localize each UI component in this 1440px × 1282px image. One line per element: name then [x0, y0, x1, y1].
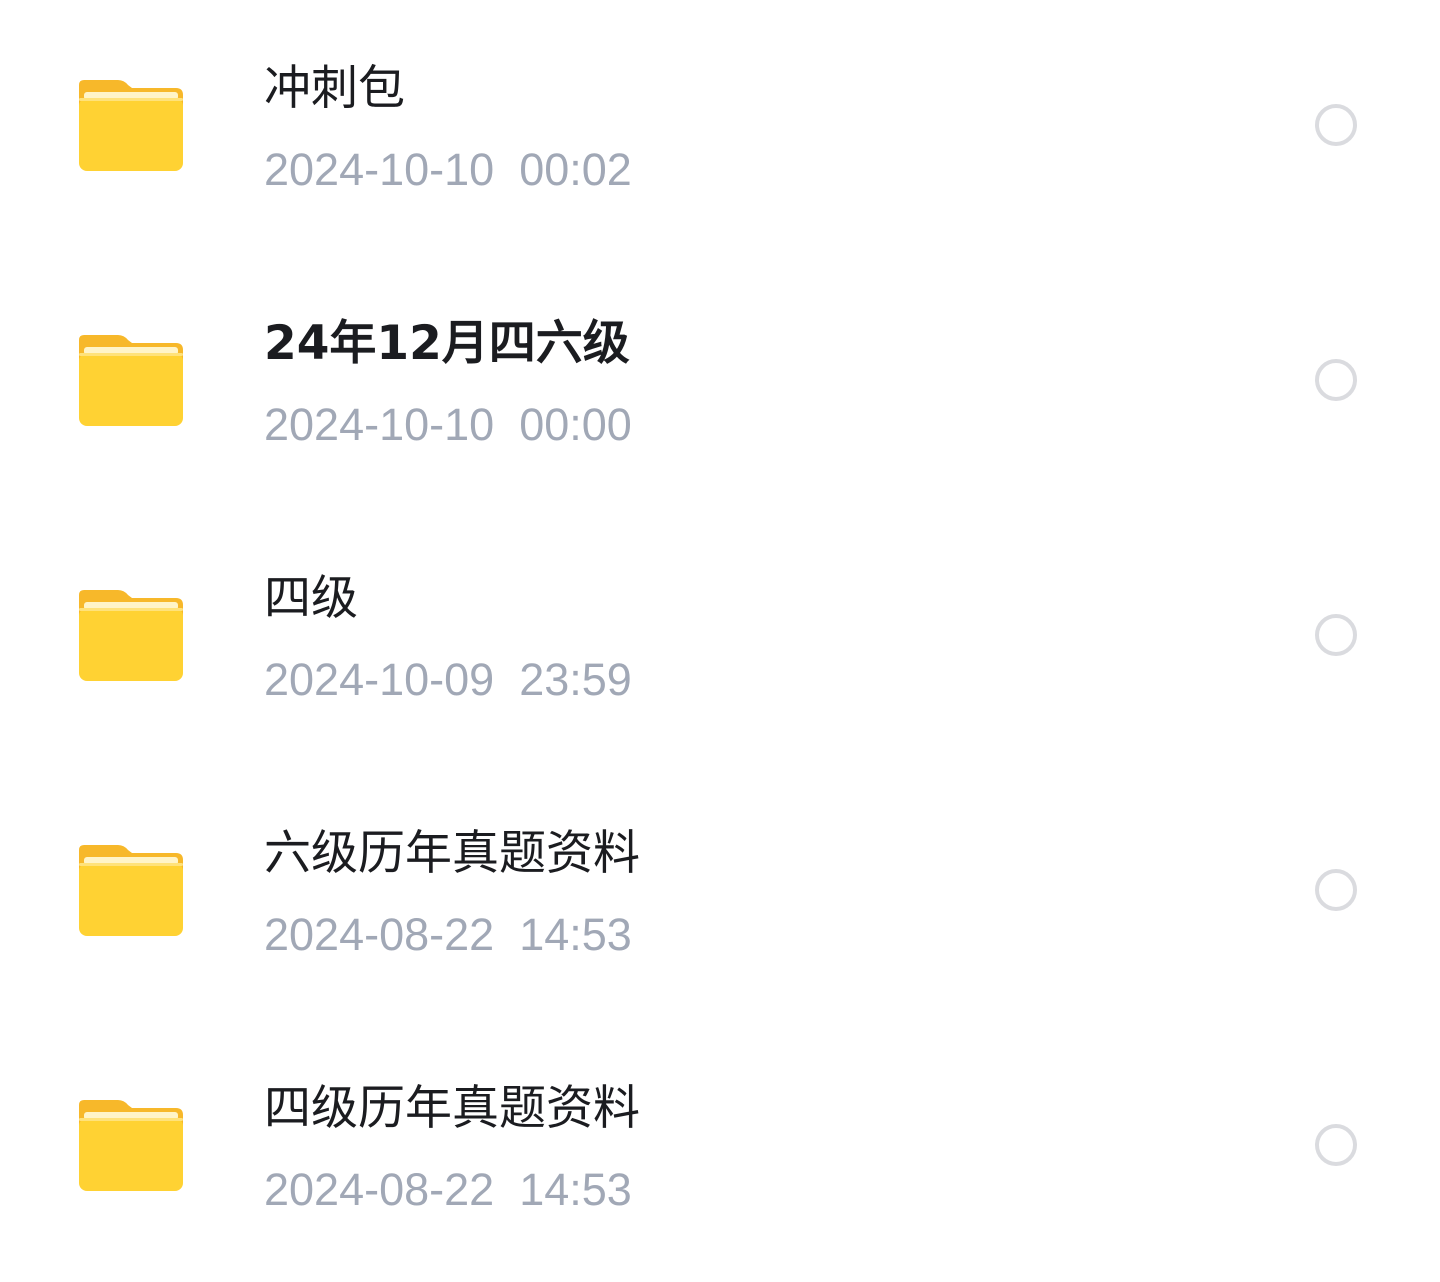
select-radio-button[interactable]	[1315, 614, 1357, 656]
folder-date: 2024-08-22 14:53	[264, 1164, 632, 1215]
file-row[interactable]: 24年12月四六级 2024-10-10 00:00	[0, 255, 1440, 510]
folder-icon	[78, 333, 184, 427]
file-row[interactable]: 六级历年真题资料 2024-08-22 14:53	[0, 765, 1440, 1020]
folder-icon	[78, 78, 184, 172]
folder-date: 2024-10-09 23:59	[264, 654, 632, 705]
select-radio-button[interactable]	[1315, 359, 1357, 401]
folder-name: 六级历年真题资料	[264, 826, 640, 881]
folder-icon	[78, 588, 184, 682]
file-list: 冲刺包 2024-10-10 00:02 24年12月四六级 2024-10-1…	[0, 0, 1440, 1282]
folder-name: 冲刺包	[264, 61, 405, 116]
select-radio-button[interactable]	[1315, 1124, 1357, 1166]
folder-icon	[78, 1098, 184, 1192]
folder-name: 四级历年真题资料	[264, 1081, 640, 1136]
file-row[interactable]: 四级历年真题资料 2024-08-22 14:53	[0, 1020, 1440, 1275]
folder-date: 2024-10-10 00:02	[264, 144, 632, 195]
folder-date: 2024-10-10 00:00	[264, 399, 632, 450]
folder-icon	[78, 843, 184, 937]
folder-date: 2024-08-22 14:53	[264, 909, 632, 960]
file-row[interactable]: 四级 2024-10-09 23:59	[0, 510, 1440, 765]
file-row[interactable]: 冲刺包 2024-10-10 00:02	[0, 0, 1440, 255]
folder-name: 24年12月四六级	[264, 316, 630, 371]
folder-name: 四级	[264, 571, 358, 626]
select-radio-button[interactable]	[1315, 104, 1357, 146]
select-radio-button[interactable]	[1315, 869, 1357, 911]
